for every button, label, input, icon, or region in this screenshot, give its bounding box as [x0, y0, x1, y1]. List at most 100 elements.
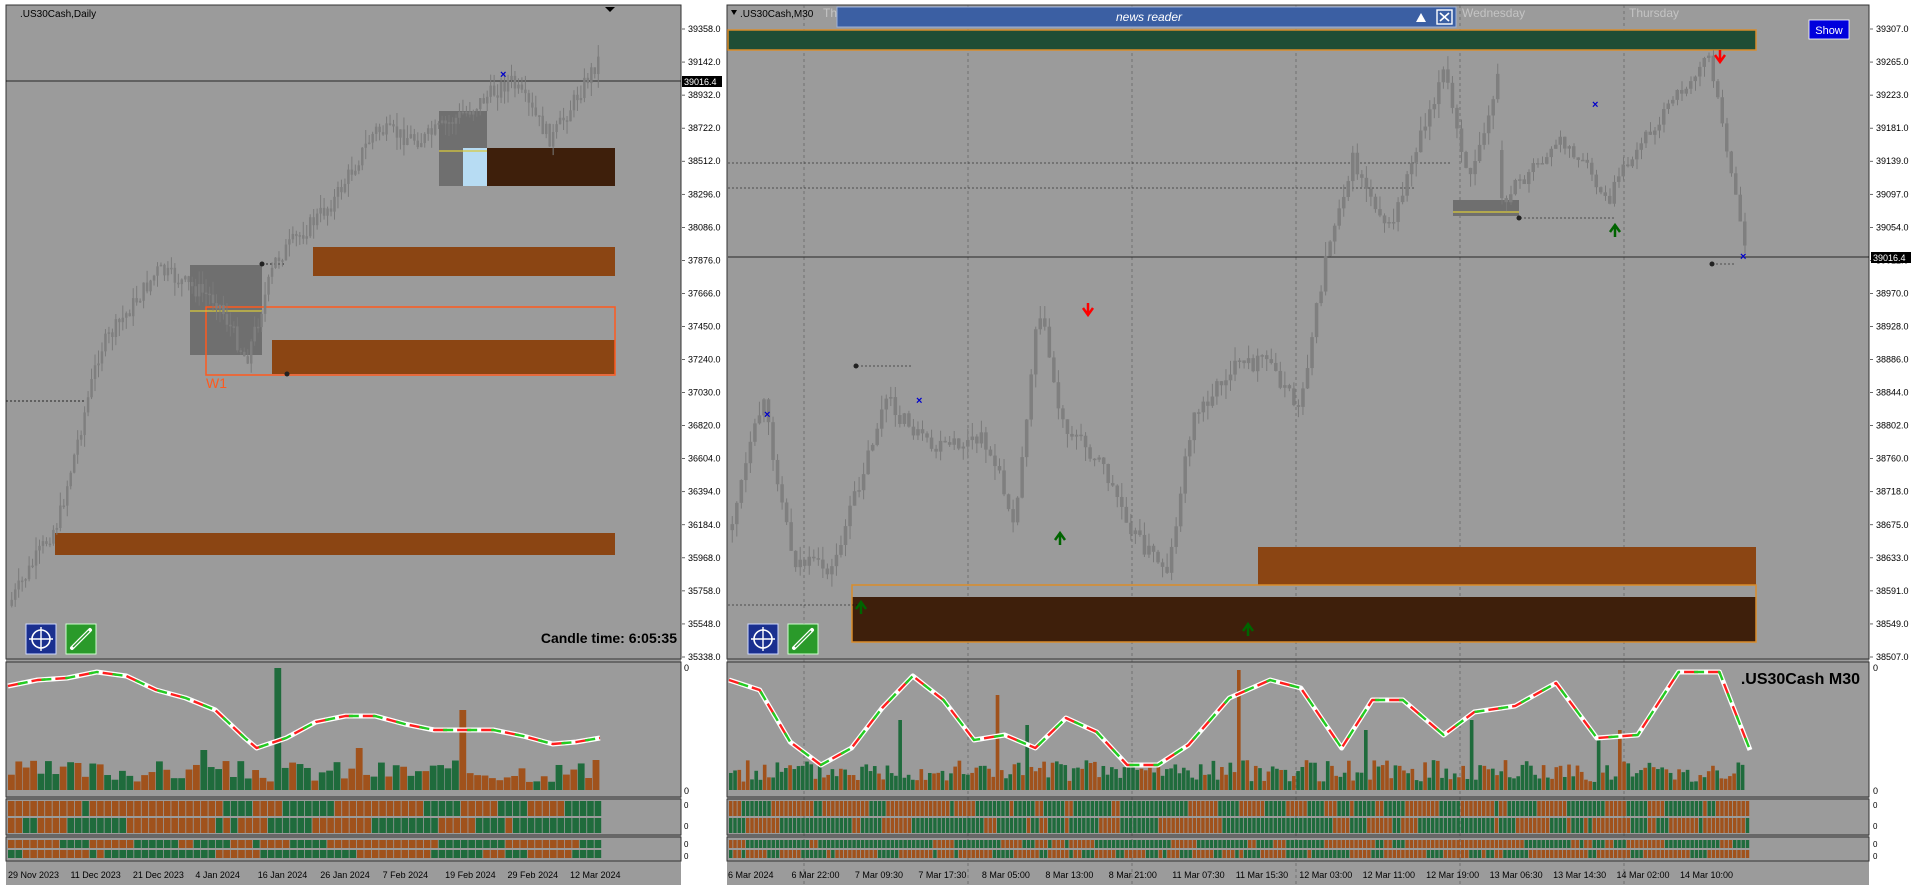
price-level-label: 39181.0 — [1876, 123, 1909, 133]
date-label: 12 Mar 03:00 — [1299, 870, 1352, 880]
left-current-price-tag: 39016.4 — [682, 76, 722, 87]
news-reader-title: news reader — [1116, 10, 1183, 24]
price-level-label: 38512.0 — [688, 156, 721, 166]
show-button[interactable]: Show — [1808, 19, 1850, 40]
svg-text:0: 0 — [684, 801, 689, 810]
date-label: 29 Feb 2024 — [508, 870, 559, 880]
price-level-label: 38928.0 — [1876, 321, 1909, 331]
price-level-label: 39142.0 — [688, 57, 721, 67]
svg-text:0: 0 — [1873, 663, 1878, 673]
svg-text:0: 0 — [684, 786, 689, 796]
price-level-label: 38549.0 — [1876, 619, 1909, 629]
price-level-label: 38760.0 — [1876, 454, 1909, 464]
svg-text:0: 0 — [1873, 852, 1878, 861]
date-label: 21 Dec 2023 — [133, 870, 184, 880]
date-label: 12 Mar 11:00 — [1363, 870, 1415, 880]
svg-text:0: 0 — [1873, 786, 1878, 796]
price-level-label: 35338.0 — [688, 652, 721, 662]
right-demand-zone — [852, 597, 1756, 642]
price-level-label: 36184.0 — [688, 520, 721, 530]
right-supply-zone — [1258, 547, 1756, 585]
svg-text:0: 0 — [1873, 822, 1878, 831]
link-button[interactable] — [787, 623, 819, 655]
show-button-label: Show — [1815, 25, 1843, 37]
day-label: Thursday — [1629, 6, 1679, 20]
date-label: 14 Mar 10:00 — [1680, 870, 1733, 880]
price-level-label: 37876.0 — [688, 255, 721, 265]
date-label: 26 Jan 2024 — [320, 870, 370, 880]
left-bottom-zone — [55, 533, 615, 555]
date-label: 19 Feb 2024 — [445, 870, 496, 880]
price-level-label: 35758.0 — [688, 586, 721, 596]
price-level-label: 39054.0 — [1876, 222, 1909, 232]
date-label: 7 Feb 2024 — [383, 870, 429, 880]
price-level-label: 38722.0 — [688, 123, 721, 133]
right-current-price-tag: 39016.4 — [1871, 252, 1911, 263]
svg-text:39016.4: 39016.4 — [684, 77, 717, 87]
date-label: 6 Mar 22:00 — [791, 870, 839, 880]
terminal-canvas: .US30Cash,Daily W1 × Candle time: 6:05:3… — [0, 0, 1917, 889]
price-level-label: 39223.0 — [1876, 90, 1909, 100]
date-label: 8 Mar 05:00 — [982, 870, 1030, 880]
right-top-zone — [727, 29, 1757, 51]
left-chart-panel[interactable] — [6, 5, 681, 885]
price-level-label: 38591.0 — [1876, 586, 1909, 596]
price-level-label: 38086.0 — [688, 222, 721, 232]
left-w1-label: W1 — [206, 375, 227, 391]
price-level-label: 38970.0 — [1876, 288, 1909, 298]
date-label: 11 Mar 07:30 — [1172, 870, 1224, 880]
date-label: 12 Mar 19:00 — [1426, 870, 1479, 880]
right-gray-zone — [1453, 200, 1519, 216]
right-strength-strips: 0 0 0 0 — [726, 798, 1878, 862]
price-level-label: 37240.0 — [688, 355, 721, 365]
link-button[interactable] — [65, 623, 97, 655]
day-label: Wednesday — [1462, 6, 1525, 20]
left-symbol-label: .US30Cash,Daily — [20, 9, 96, 20]
crosshair-button[interactable] — [25, 623, 57, 655]
date-label: 29 Nov 2023 — [8, 870, 59, 880]
price-level-label: 38886.0 — [1876, 355, 1909, 365]
date-label: 8 Mar 13:00 — [1045, 870, 1093, 880]
price-level-label: 35968.0 — [688, 553, 721, 563]
right-symbol-label: .US30Cash,M30 — [740, 9, 814, 20]
price-level-label: 35548.0 — [688, 619, 721, 629]
date-label: 14 Mar 02:00 — [1617, 870, 1670, 880]
price-level-label: 39139.0 — [1876, 156, 1909, 166]
left-highlight-zone — [463, 148, 487, 186]
price-level-label: 38844.0 — [1876, 388, 1909, 398]
date-label: 6 Mar 2024 — [728, 870, 774, 880]
cross-marker-icon: × — [764, 409, 770, 421]
price-level-label: 37450.0 — [688, 321, 721, 331]
cross-marker-icon: × — [1592, 99, 1598, 111]
cross-marker-icon: × — [916, 395, 922, 407]
date-label: 13 Mar 14:30 — [1553, 870, 1606, 880]
date-label: 16 Jan 2024 — [258, 870, 308, 880]
svg-text:0: 0 — [684, 840, 689, 849]
svg-text:0: 0 — [1873, 801, 1878, 810]
cross-marker-icon: × — [1740, 251, 1746, 263]
price-level-label: 39265.0 — [1876, 57, 1909, 67]
date-label: 11 Mar 15:30 — [1236, 870, 1288, 880]
price-level-label: 36394.0 — [688, 487, 721, 497]
price-level-label: 38718.0 — [1876, 487, 1909, 497]
price-level-label: 37030.0 — [688, 388, 721, 398]
left-supply-zone — [313, 247, 615, 276]
price-level-label: 38633.0 — [1876, 553, 1909, 563]
crosshair-button[interactable] — [747, 623, 779, 655]
price-level-label: 38507.0 — [1876, 652, 1909, 662]
svg-text:0: 0 — [684, 852, 689, 861]
price-level-label: 37666.0 — [688, 288, 721, 298]
date-label: 7 Mar 09:30 — [855, 870, 903, 880]
left-demand-zone — [272, 340, 615, 374]
date-label: 4 Jan 2024 — [195, 870, 240, 880]
left-cross-marker-icon: × — [500, 69, 506, 81]
price-level-label: 38296.0 — [688, 189, 721, 199]
news-reader-bar[interactable]: news reader — [836, 6, 1457, 28]
trading-terminal: .US30Cash,Daily W1 × Candle time: 6:05:3… — [0, 0, 1917, 889]
svg-text:0: 0 — [684, 663, 689, 673]
right-chart-panel[interactable] — [727, 5, 1869, 885]
price-level-label: 39307.0 — [1876, 24, 1909, 34]
price-level-label: 39097.0 — [1876, 189, 1909, 199]
price-level-label: 38802.0 — [1876, 421, 1909, 431]
price-level-label: 39358.0 — [688, 24, 721, 34]
